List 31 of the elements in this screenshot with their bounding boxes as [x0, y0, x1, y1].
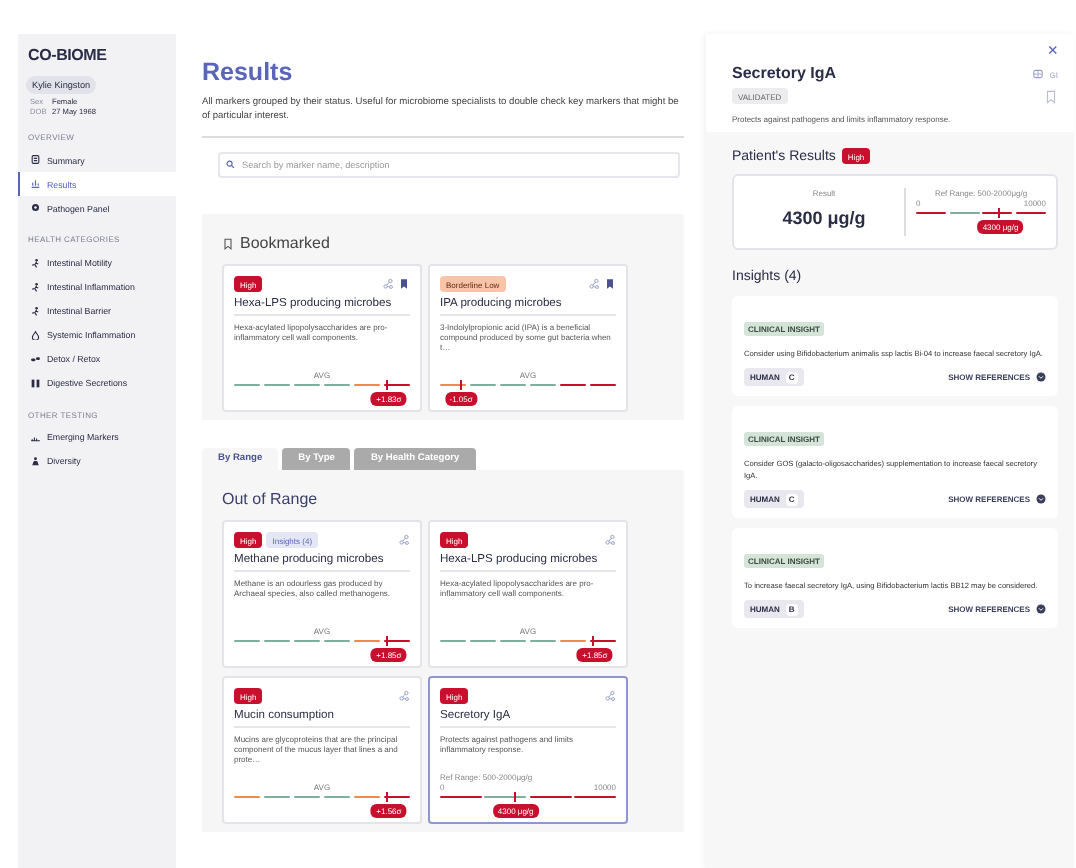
list-icon [30, 154, 41, 166]
share-icon[interactable] [604, 534, 616, 546]
bars-icon [30, 378, 41, 390]
gear-icon [30, 202, 41, 214]
trend-icon [30, 432, 41, 444]
panel-title: Secretory IgA [732, 64, 837, 82]
figure-icon [30, 305, 41, 317]
figure-icon [30, 257, 41, 269]
search-icon [226, 159, 235, 168]
page-title: Results [202, 58, 295, 86]
bookmark-icon[interactable] [604, 278, 616, 290]
expand-icon[interactable] [1036, 604, 1046, 614]
share-icon[interactable] [588, 278, 600, 290]
share-icon[interactable] [604, 690, 616, 702]
brand-logo: CO-BIOME [28, 46, 107, 64]
section-title: Bookmarked [240, 234, 330, 252]
drop-icon [30, 329, 41, 341]
share-icon[interactable] [382, 278, 394, 290]
people-icon [30, 456, 41, 468]
section-title: Out of Range [222, 490, 318, 508]
bookmark-icon [222, 237, 234, 249]
figure-icon [30, 281, 41, 293]
expand-icon[interactable] [1036, 372, 1046, 382]
close-button[interactable]: × [1047, 42, 1058, 60]
share-icon[interactable] [398, 534, 410, 546]
pills-icon [30, 353, 41, 365]
chart-icon [30, 178, 41, 190]
result-value: 4300 μg/g [782, 208, 866, 228]
share-icon[interactable] [398, 690, 410, 702]
expand-icon[interactable] [1036, 494, 1046, 504]
bookmark-icon[interactable] [398, 278, 410, 290]
